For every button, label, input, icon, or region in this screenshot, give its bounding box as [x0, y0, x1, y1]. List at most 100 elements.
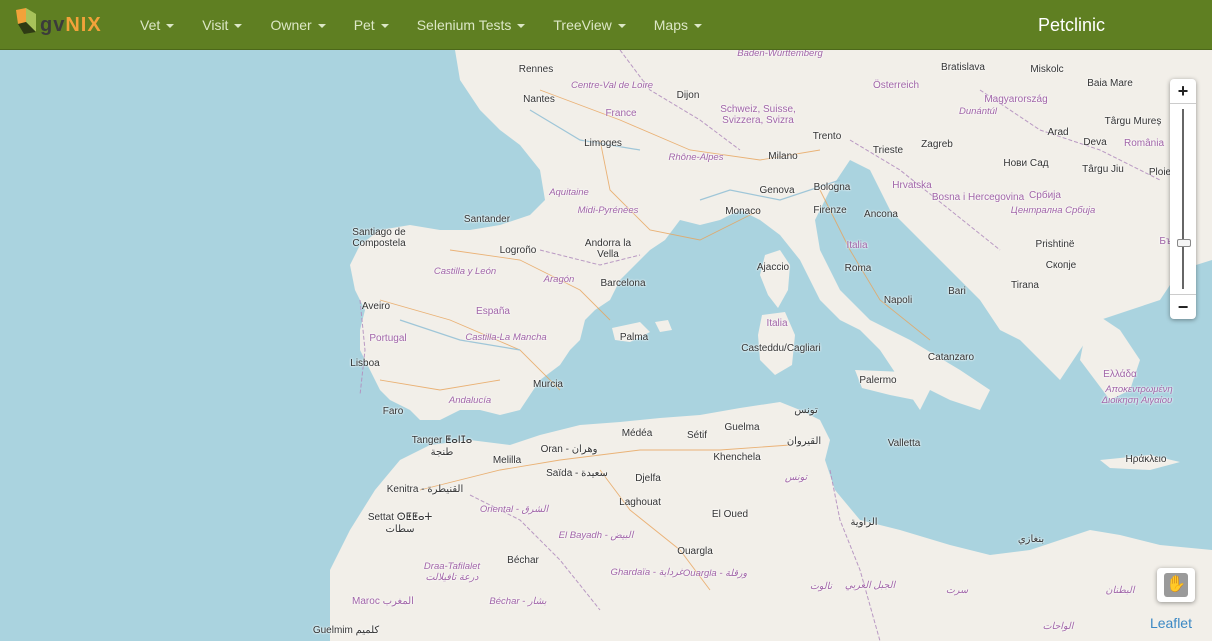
map-label: Draa-Tafilalet: [423, 561, 481, 572]
map-label: Baden-Württemberg: [737, 50, 823, 59]
map-label: Barcelona: [600, 278, 646, 289]
map-label: Portugal: [369, 333, 407, 344]
map-label: Italia: [766, 318, 788, 329]
map-label: الزاوية: [850, 517, 878, 528]
map-label: Genova: [759, 185, 795, 196]
map-label: Nantes: [523, 94, 555, 105]
map-label: Hrvatska: [892, 180, 932, 191]
map-label: Saïda - سعيدة: [546, 468, 608, 479]
map-label: Faro: [382, 406, 404, 417]
map-label: نالوت: [809, 581, 833, 592]
map-label: Trento: [812, 131, 842, 142]
map-label: Santander: [463, 214, 511, 225]
map-label: Béchar - بشار: [489, 596, 547, 607]
map-label: Andalucía: [448, 395, 492, 406]
map-label: Casteddu/Cagliari: [741, 343, 821, 354]
map-label: Monaco: [725, 206, 761, 217]
map-canvas[interactable]: Baden-Württemberg Rennes Centre-Val de L…: [0, 50, 1212, 641]
map-label: Andorra la Vella: [584, 238, 632, 260]
map-label: Logroño: [499, 245, 537, 256]
map-label: El Bayadh - البيض: [558, 530, 634, 541]
zoom-slider-handle[interactable]: [1177, 239, 1191, 247]
gvnix-logo[interactable]: gvNIX: [14, 8, 114, 42]
map-label: Midi-Pyrénées: [577, 205, 639, 216]
map-label: Melilla: [492, 455, 522, 466]
map-label: Napoli: [883, 295, 913, 306]
map-label: Limoges: [584, 138, 622, 149]
menu-treeview[interactable]: TreeView: [539, 0, 639, 50]
caret-down-icon: [317, 24, 326, 29]
top-navbar: gvNIX Vet Visit Owner Pet Selenium Tests…: [0, 0, 1212, 50]
map-label: Castilla y León: [433, 266, 497, 277]
logo-mark-icon: [16, 8, 36, 34]
zoom-out-button[interactable]: −: [1170, 294, 1196, 319]
zoom-in-button[interactable]: +: [1170, 79, 1196, 104]
map-label: البطنان: [1105, 585, 1135, 596]
map-label: Lisboa: [350, 358, 380, 369]
map-label: Murcia: [532, 379, 564, 390]
map-label: France: [605, 108, 637, 119]
map-label: Ancona: [864, 209, 898, 220]
menu-owner[interactable]: Owner: [256, 0, 339, 50]
map-label: Ouargla - ورقلة: [682, 568, 748, 579]
map-label: Miskolc: [1030, 64, 1064, 75]
map-label: Palma: [619, 332, 649, 343]
map-label: Guelmim كلميم: [312, 625, 380, 636]
map-label: Milano: [768, 151, 798, 162]
map-label: Österreich: [872, 80, 920, 91]
map-label: Valletta: [887, 438, 921, 449]
map-label: Settat ⵙⵟⵟⴰⵜ: [367, 512, 433, 523]
map-label: Magyarország: [984, 94, 1048, 105]
map-label: Zagreb: [921, 139, 953, 150]
map-label: سطات: [385, 524, 415, 535]
zoom-slider-track[interactable]: [1182, 109, 1184, 289]
map-label: تونس: [794, 405, 818, 416]
map-label: القيروان: [786, 436, 822, 447]
map-label: Baia Mare: [1087, 78, 1133, 89]
logo-text: gvNIX: [40, 14, 102, 36]
map-label: Arad: [1047, 127, 1069, 138]
map-label: România: [1123, 138, 1165, 149]
map-label: Castilla-La Mancha: [465, 332, 547, 343]
menu-visit[interactable]: Visit: [188, 0, 256, 50]
map-label: سرت: [945, 585, 969, 596]
map-label: تونس: [784, 472, 808, 483]
map-label: Firenze: [813, 205, 847, 216]
map-label: الجبل الغربي: [844, 580, 896, 591]
caret-down-icon: [693, 24, 702, 29]
map-label: Bologna: [813, 182, 851, 193]
map-label: Скопје: [1045, 260, 1077, 271]
brand-title[interactable]: Petclinic: [1038, 0, 1105, 50]
menu-maps[interactable]: Maps: [640, 0, 716, 50]
map-label: Dijon: [676, 90, 700, 101]
map-label: Ghardaïa - غرداية: [610, 567, 684, 578]
menu-pet[interactable]: Pet: [340, 0, 403, 50]
map-label: بنغازي: [1017, 534, 1045, 545]
menu-selenium-tests[interactable]: Selenium Tests: [403, 0, 540, 50]
map-label: Oran - وهران: [540, 444, 598, 455]
map-label: Deva: [1083, 137, 1107, 148]
map-label: Dunántúl: [958, 106, 998, 117]
map-label: Tirana: [1011, 280, 1039, 291]
map-label: Нови Сад: [1003, 158, 1049, 169]
map-label: Централна Србија: [1010, 205, 1096, 216]
map-label: Bari: [948, 286, 966, 297]
caret-down-icon: [166, 24, 175, 29]
menu-vet[interactable]: Vet: [126, 0, 188, 50]
pan-control-button[interactable]: ✋: [1157, 568, 1195, 602]
map-label: Djelfa: [635, 473, 661, 484]
map-label: Médéa: [621, 428, 653, 439]
map-label: Palermo: [859, 375, 897, 386]
map-label: Bosna i Hercegovina: [931, 192, 1025, 203]
map-label: España: [476, 306, 510, 317]
map-label: الواحات: [1042, 621, 1074, 632]
map-label: Αποκεντρωμένη: [1105, 384, 1173, 395]
map-label: Ajaccio: [756, 262, 790, 273]
map-label: Bratislava: [941, 62, 985, 73]
map-label: Schweiz, Suisse, Svizzera, Svizra: [720, 104, 796, 126]
leaflet-attribution-link[interactable]: Leaflet: [1150, 615, 1192, 631]
map-label: Aragón: [543, 274, 575, 285]
map-label: Διοίκηση Αιγαίου: [1101, 395, 1173, 406]
map-label: Ηράκλειο: [1125, 454, 1167, 465]
map-label: Oriental - الشرق: [479, 504, 549, 515]
